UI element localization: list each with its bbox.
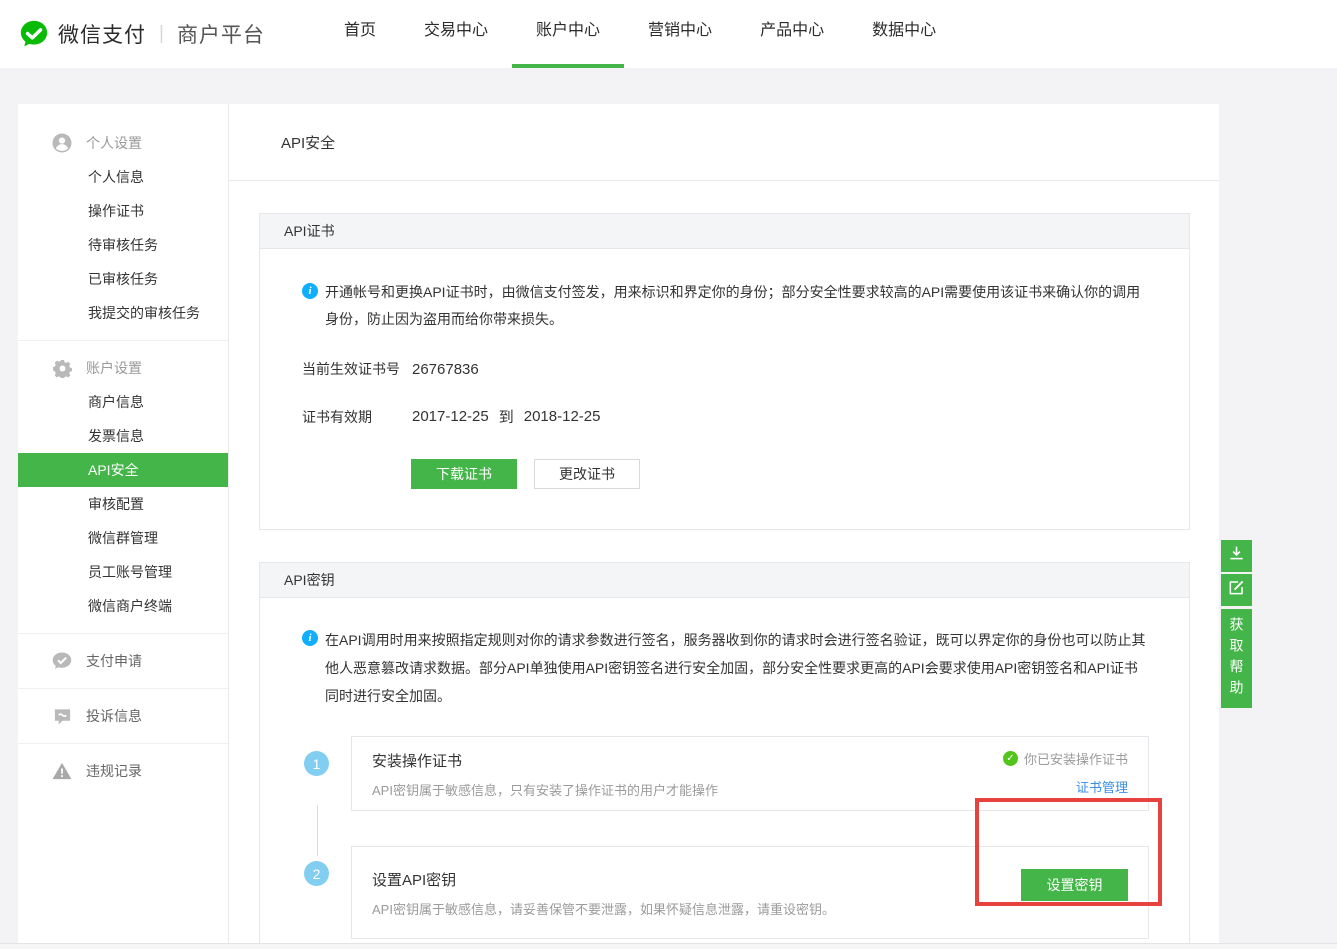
api-key-card-body: i 在API调用时用来按照指定规则对你的请求参数进行签名，服务器收到你的请求时会… — [260, 598, 1189, 943]
check-circle-icon: ✓ — [1003, 751, 1018, 766]
sidebar-item-api-security[interactable]: API安全 — [18, 453, 228, 487]
api-certificate-card-header: API证书 — [260, 214, 1189, 249]
sidebar-header-label: 账户设置 — [86, 358, 142, 378]
info-icon: i — [302, 630, 318, 646]
sidebar-header-personal-settings[interactable]: 个人设置 — [18, 126, 228, 160]
step-1-box: 安装操作证书 API密钥属于敏感信息，只有安装了操作证书的用户才能操作 ✓ 你已… — [351, 736, 1149, 811]
sidebar-item-my-submitted-review-tasks[interactable]: 我提交的审核任务 — [18, 296, 228, 330]
wechat-bubble-icon — [52, 651, 72, 671]
sidebar-item-wechat-group-management[interactable]: 微信群管理 — [18, 521, 228, 555]
validity-end-date: 2018-12-25 — [524, 408, 601, 425]
step-2-box: 设置API密钥 API密钥属于敏感信息，请妥善保管不要泄露，如果怀疑信息泄露，请… — [351, 846, 1149, 939]
wechat-pay-logo-icon — [19, 19, 49, 49]
certificate-installed-status: ✓ 你已安装操作证书 — [1003, 749, 1128, 768]
sidebar-item-wechat-merchant-terminal[interactable]: 微信商户终端 — [18, 589, 228, 623]
user-icon — [52, 133, 72, 153]
sidebar-header-account-settings[interactable]: 账户设置 — [18, 351, 228, 385]
api-certificate-card-body: i 开通帐号和更换API证书时，由微信支付签发，用来标识和界定你的身份；部分安全… — [260, 249, 1189, 529]
api-key-card: API密钥 i 在API调用时用来按照指定规则对你的请求参数进行签名，服务器收到… — [259, 562, 1190, 943]
sidebar-group-account-settings: 账户设置 商户信息 发票信息 API安全 审核配置 微信群管理 员工账号管理 微… — [18, 340, 228, 633]
sidebar-item-staff-account-management[interactable]: 员工账号管理 — [18, 555, 228, 589]
nav-tab-data-center[interactable]: 数据中心 — [848, 0, 960, 68]
brand-separator: | — [159, 23, 164, 45]
sidebar-item-operation-certificate[interactable]: 操作证书 — [18, 194, 228, 228]
sidebar-header-label: 支付申请 — [86, 651, 142, 671]
api-key-card-header: API密钥 — [260, 563, 1189, 598]
edit-icon — [1228, 579, 1245, 601]
nav-tab-home[interactable]: 首页 — [320, 0, 400, 68]
step-1-number-badge: 1 — [304, 751, 329, 776]
brand-logo[interactable]: 微信支付 | 商户平台 — [19, 0, 265, 68]
nav-tab-marketing-center[interactable]: 营销中心 — [624, 0, 736, 68]
sidebar-group-complaint-info: 投诉信息 — [18, 688, 228, 743]
feedback-tool-button[interactable] — [1221, 574, 1252, 606]
sidebar-item-personal-info[interactable]: 个人信息 — [18, 160, 228, 194]
sidebar-item-merchant-info[interactable]: 商户信息 — [18, 385, 228, 419]
main-nav: 首页 交易中心 账户中心 营销中心 产品中心 数据中心 — [320, 0, 960, 68]
change-certificate-button[interactable]: 更改证书 — [534, 459, 640, 489]
certificate-info-row: i 开通帐号和更换API证书时，由微信支付签发，用来标识和界定你的身份；部分安全… — [302, 279, 1149, 333]
sidebar-group-personal-settings: 个人设置 个人信息 操作证书 待审核任务 已审核任务 我提交的审核任务 — [18, 104, 228, 340]
nav-tab-product-center[interactable]: 产品中心 — [736, 0, 848, 68]
sidebar-item-review-config[interactable]: 审核配置 — [18, 487, 228, 521]
api-key-info-text: 在API调用时用来按照指定规则对你的请求参数进行签名，服务器收到你的请求时会进行… — [325, 626, 1149, 710]
step-1-status-area: ✓ 你已安装操作证书 证书管理 — [1003, 749, 1128, 797]
sidebar-item-reviewed-tasks[interactable]: 已审核任务 — [18, 262, 228, 296]
status-text: 你已安装操作证书 — [1024, 749, 1128, 768]
page-title: API安全 — [281, 132, 335, 153]
floating-toolbar: 获取帮助 — [1221, 540, 1252, 710]
step-install-certificate: 1 安装操作证书 API密钥属于敏感信息，只有安装了操作证书的用户才能操作 ✓ … — [304, 736, 1149, 811]
sidebar-header-violation-record[interactable]: 违规记录 — [18, 754, 228, 788]
certificate-buttons-row: 下载证书 更改证书 — [411, 459, 1149, 489]
certificate-number-label: 当前生效证书号 — [302, 359, 412, 379]
main-content: API安全 API证书 i 开通帐号和更换API证书时，由微信支付签发，用来标识… — [228, 104, 1219, 943]
nav-tab-account-center[interactable]: 账户中心 — [512, 0, 624, 68]
sidebar-header-label: 投诉信息 — [86, 706, 142, 726]
certificate-number-value: 26767836 — [412, 361, 479, 378]
horizontal-scrollbar[interactable] — [0, 943, 1337, 949]
download-tool-button[interactable] — [1221, 540, 1252, 572]
sidebar-header-label: 个人设置 — [86, 133, 142, 153]
warning-triangle-icon — [52, 761, 72, 781]
sidebar-header-label: 违规记录 — [86, 761, 142, 781]
get-help-label: 获取帮助 — [1227, 617, 1247, 701]
validity-start-date: 2017-12-25 — [412, 408, 489, 425]
comment-icon — [52, 706, 72, 726]
sidebar-header-complaint-info[interactable]: 投诉信息 — [18, 699, 228, 733]
api-key-steps: 1 安装操作证书 API密钥属于敏感信息，只有安装了操作证书的用户才能操作 ✓ … — [302, 736, 1149, 939]
step-2-description: API密钥属于敏感信息，请妥善保管不要泄露，如果怀疑信息泄露，请重设密钥。 — [372, 899, 1128, 918]
step-set-api-key: 2 设置API密钥 API密钥属于敏感信息，请妥善保管不要泄露，如果怀疑信息泄露… — [304, 846, 1149, 939]
gear-icon — [52, 358, 72, 378]
step-2-title: 设置API密钥 — [372, 869, 1128, 890]
validity-separator: 到 — [499, 406, 514, 427]
certificate-info-text: 开通帐号和更换API证书时，由微信支付签发，用来标识和界定你的身份；部分安全性要… — [325, 279, 1149, 333]
download-certificate-button[interactable]: 下载证书 — [411, 459, 517, 489]
get-help-button[interactable]: 获取帮助 — [1221, 609, 1252, 708]
brand-name: 微信支付 — [58, 19, 146, 49]
sidebar-item-pending-review-tasks[interactable]: 待审核任务 — [18, 228, 228, 262]
top-header: 微信支付 | 商户平台 首页 交易中心 账户中心 营销中心 产品中心 数据中心 — [0, 0, 1337, 68]
download-icon — [1228, 545, 1245, 567]
sidebar-item-invoice-info[interactable]: 发票信息 — [18, 419, 228, 453]
api-key-info-row: i 在API调用时用来按照指定规则对你的请求参数进行签名，服务器收到你的请求时会… — [302, 626, 1149, 710]
nav-tab-transaction-center[interactable]: 交易中心 — [400, 0, 512, 68]
certificate-validity-label: 证书有效期 — [302, 407, 412, 427]
brand-platform-name: 商户平台 — [177, 19, 265, 49]
sidebar-header-payment-application[interactable]: 支付申请 — [18, 644, 228, 678]
sidebar: 个人设置 个人信息 操作证书 待审核任务 已审核任务 我提交的审核任务 账户设置… — [18, 104, 228, 943]
api-certificate-card: API证书 i 开通帐号和更换API证书时，由微信支付签发，用来标识和界定你的身… — [259, 213, 1190, 530]
certificate-validity-row: 证书有效期 2017-12-25 到 2018-12-25 — [302, 406, 1149, 427]
page-title-row: API安全 — [229, 104, 1219, 181]
certificate-number-row: 当前生效证书号 26767836 — [302, 359, 1149, 379]
sidebar-group-payment-application: 支付申请 — [18, 633, 228, 688]
set-api-key-button[interactable]: 设置密钥 — [1021, 869, 1128, 901]
info-icon: i — [302, 283, 318, 299]
sidebar-group-violation-record: 违规记录 — [18, 743, 228, 798]
step-2-number-badge: 2 — [304, 861, 329, 886]
certificate-management-link[interactable]: 证书管理 — [1076, 777, 1128, 796]
